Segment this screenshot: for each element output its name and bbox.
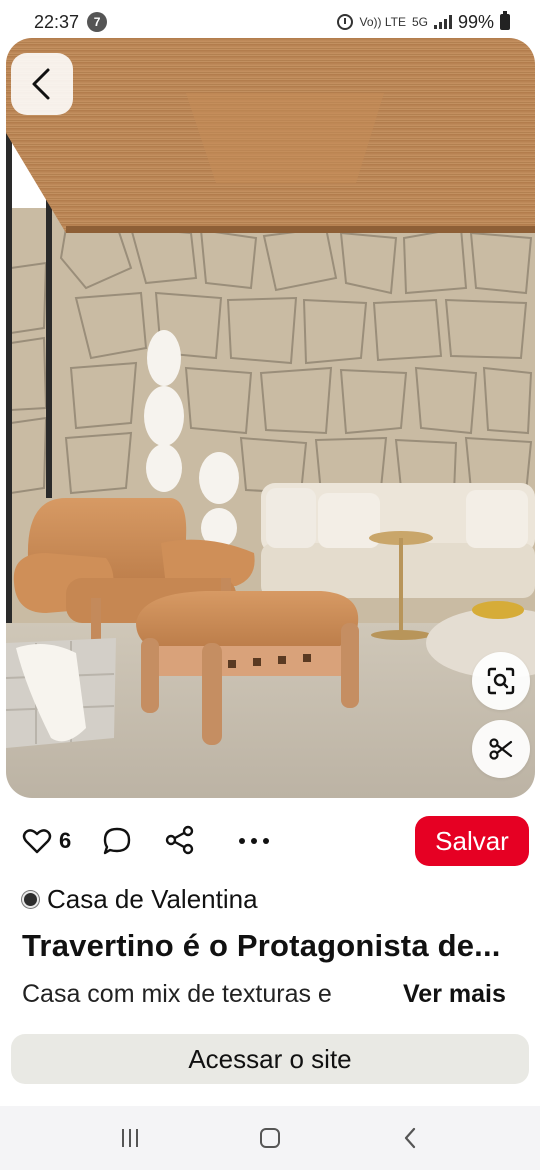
chevron-left-icon	[32, 68, 50, 100]
creator[interactable]: Casa de Valentina	[22, 884, 258, 915]
recents-icon	[122, 1129, 138, 1147]
status-left: 22:37 7	[34, 11, 108, 33]
more-icon-dot	[251, 838, 257, 844]
comment-icon	[103, 827, 131, 855]
pin-title: Travertino é o Protagonista de...	[22, 928, 501, 963]
recents-button[interactable]	[100, 1113, 160, 1163]
heart-icon	[22, 829, 52, 854]
cutout-button[interactable]	[472, 720, 530, 778]
battery-percent: 99%	[457, 11, 494, 32]
scissors-icon	[489, 738, 513, 760]
save-button[interactable]: Salvar	[415, 816, 529, 866]
visit-site-button[interactable]: Acessar o site	[11, 1034, 529, 1084]
volte-indicator: Vo)) LTE	[359, 15, 406, 29]
signal-icon	[433, 15, 452, 29]
creator-name[interactable]: Casa de Valentina	[47, 884, 258, 915]
creator-avatar[interactable]	[22, 891, 39, 908]
alarm-icon	[337, 14, 354, 30]
system-back-button[interactable]	[380, 1113, 440, 1163]
comment-button[interactable]	[102, 826, 132, 856]
more-icon	[239, 838, 245, 844]
see-more-link[interactable]: Ver mais	[403, 980, 506, 1009]
home-button[interactable]	[240, 1113, 300, 1163]
notification-count-badge: 7	[87, 12, 108, 32]
battery-icon	[500, 11, 510, 30]
share-icon	[165, 825, 194, 855]
status-time: 22:37	[34, 11, 80, 32]
more-icon-dot	[263, 838, 269, 844]
pin-image[interactable]	[6, 38, 535, 798]
share-button[interactable]	[164, 824, 196, 856]
network-type-indicator: 5G	[411, 15, 428, 29]
action-bar: 6 Salvar	[0, 812, 540, 870]
like-button[interactable]	[22, 826, 52, 856]
home-icon	[260, 1128, 280, 1148]
pin-description: Casa com mix de texturas e	[22, 980, 332, 1008]
interior-photo	[6, 38, 535, 798]
visual-search-button[interactable]	[472, 652, 530, 710]
like-count: 6	[59, 828, 72, 853]
status-right: Vo)) LTE 5G 99%	[337, 11, 510, 33]
system-nav-bar	[0, 1106, 540, 1170]
more-options-button[interactable]	[234, 826, 274, 856]
back-button[interactable]	[11, 53, 73, 115]
pin-description-row: Casa com mix de texturas e Ver mais	[22, 980, 522, 1016]
back-arrow-icon	[404, 1127, 416, 1149]
visual-search-icon	[487, 667, 515, 695]
